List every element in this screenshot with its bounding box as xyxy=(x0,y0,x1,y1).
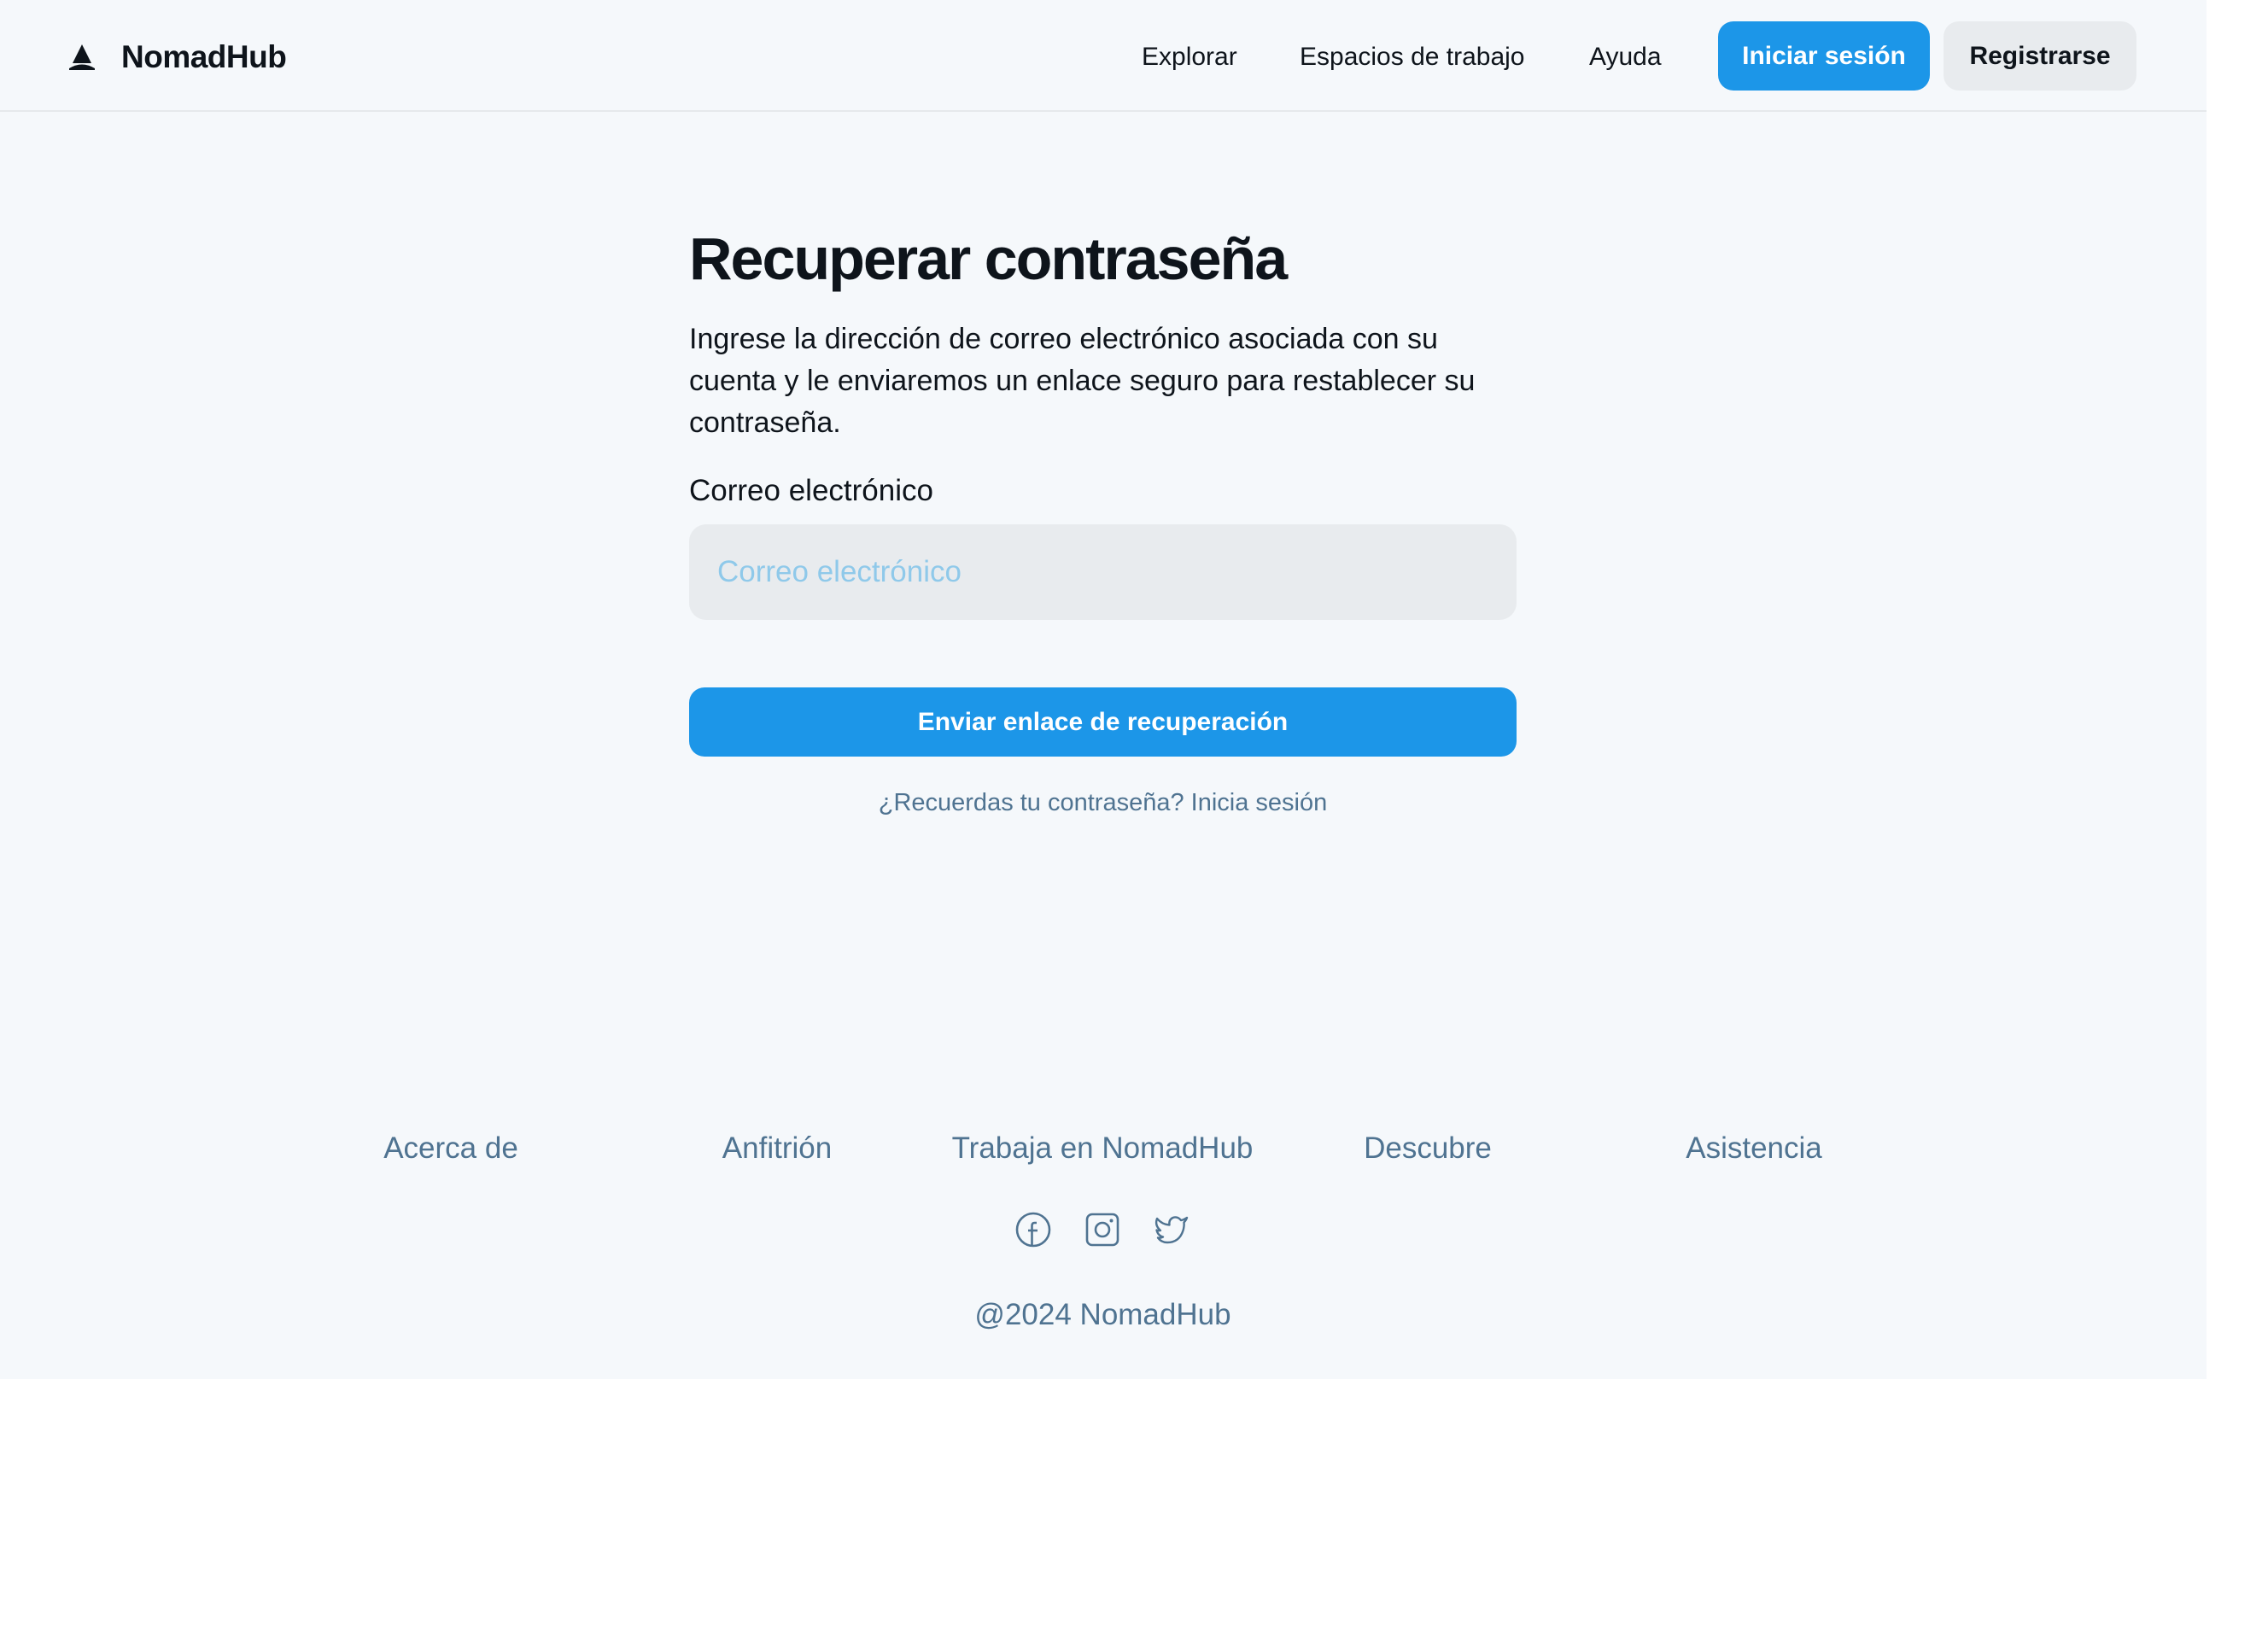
instagram-icon[interactable] xyxy=(1084,1211,1121,1248)
brand-name: NomadHub xyxy=(121,39,287,74)
nav-link-ayuda[interactable]: Ayuda xyxy=(1589,36,1662,79)
copyright-text: @2024 NomadHub xyxy=(974,1298,1231,1331)
footer-link-anfitrion[interactable]: Anfitrión xyxy=(615,1127,939,1170)
login-link[interactable]: ¿Recuerdas tu contraseña? Inicia sesión xyxy=(689,784,1517,821)
nav-link-espacios-de-trabajo[interactable]: Espacios de trabajo xyxy=(1300,36,1525,79)
twitter-icon[interactable] xyxy=(1153,1211,1190,1248)
register-button[interactable]: Registrarse xyxy=(1944,21,2136,91)
brand[interactable]: NomadHub xyxy=(67,36,287,79)
nav-link-explorar[interactable]: Explorar xyxy=(1142,36,1237,79)
send-recovery-link-button[interactable]: Enviar enlace de recuperación xyxy=(689,687,1517,757)
footer-link-acerca-de[interactable]: Acerca de xyxy=(289,1127,613,1170)
email-label: Correo electrónico xyxy=(689,474,933,507)
login-button[interactable]: Iniciar sesión xyxy=(1718,21,1930,91)
email-input[interactable] xyxy=(689,524,1517,620)
description-text: Ingrese la dirección de correo electróni… xyxy=(689,323,1476,439)
mountain-logo-icon xyxy=(69,44,95,70)
page-title: Recuperar contraseña xyxy=(689,225,1288,292)
top-nav-bar: NomadHub Explorar Espacios de trabajo Ay… xyxy=(0,0,2207,112)
footer-link-trabaja[interactable]: Trabaja en NomadHub xyxy=(940,1127,1265,1170)
app-window: NomadHub Explorar Espacios de trabajo Ay… xyxy=(0,0,2207,1379)
footer-link-asistencia[interactable]: Asistencia xyxy=(1592,1127,1916,1170)
footer-link-descubre[interactable]: Descubre xyxy=(1266,1127,1590,1170)
facebook-icon[interactable] xyxy=(1014,1211,1052,1248)
